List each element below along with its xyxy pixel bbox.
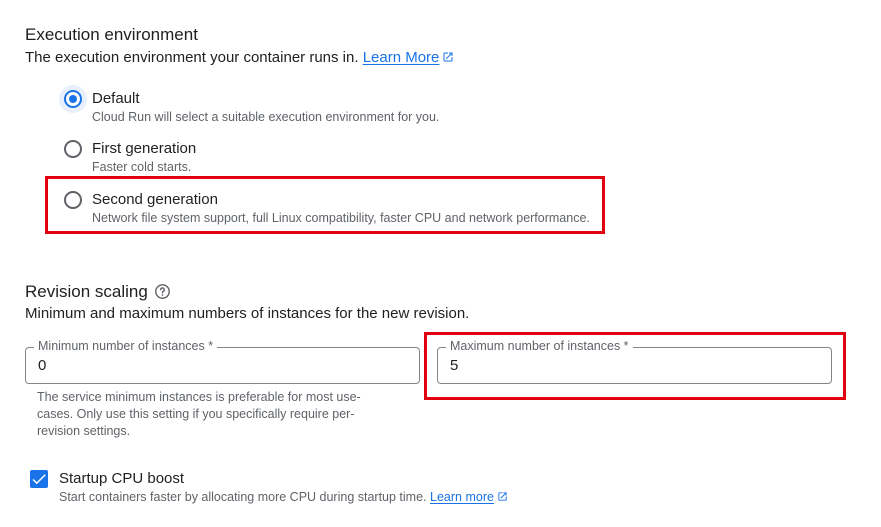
radio-first-generation[interactable]	[64, 140, 82, 158]
external-link-icon	[498, 492, 507, 501]
option-default-label: Default	[92, 90, 140, 107]
check-icon	[32, 474, 46, 485]
min-instances-field[interactable]: Minimum number of instances * 0	[25, 339, 420, 384]
execution-learn-more-link[interactable]: Learn More	[363, 49, 440, 66]
revision-scaling-subtitle: Minimum and maximum numbers of instances…	[25, 305, 470, 322]
min-instances-label: Minimum number of instances *	[34, 339, 218, 353]
execution-environment-title: Execution environment	[25, 25, 198, 44]
startup-learn-more-link[interactable]: Learn more	[430, 490, 494, 504]
highlight-box-second-generation	[45, 176, 605, 234]
option-first-generation-description: Faster cold starts.	[92, 160, 192, 174]
external-link-icon	[443, 52, 453, 62]
help-icon[interactable]	[154, 283, 171, 300]
radio-default[interactable]	[64, 90, 82, 108]
execution-environment-subtitle: The execution environment your container…	[25, 49, 454, 66]
startup-cpu-boost-description: Start containers faster by allocating mo…	[59, 490, 427, 504]
min-instances-hint: The service minimum instances is prefera…	[37, 390, 361, 438]
highlight-box-max-instances	[424, 332, 846, 400]
option-default-description: Cloud Run will select a suitable executi…	[92, 110, 440, 124]
revision-scaling-title: Revision scaling	[25, 282, 171, 302]
revision-scaling-title-text: Revision scaling	[25, 282, 148, 301]
startup-cpu-boost-label: Startup CPU boost	[59, 470, 185, 487]
execution-subtitle-text: The execution environment your container…	[25, 49, 359, 66]
startup-cpu-boost-checkbox[interactable]	[30, 470, 48, 488]
min-instances-value[interactable]: 0	[38, 357, 46, 374]
option-first-generation-label: First generation	[92, 140, 197, 157]
startup-cpu-boost-description-row: Start containers faster by allocating mo…	[59, 490, 508, 504]
